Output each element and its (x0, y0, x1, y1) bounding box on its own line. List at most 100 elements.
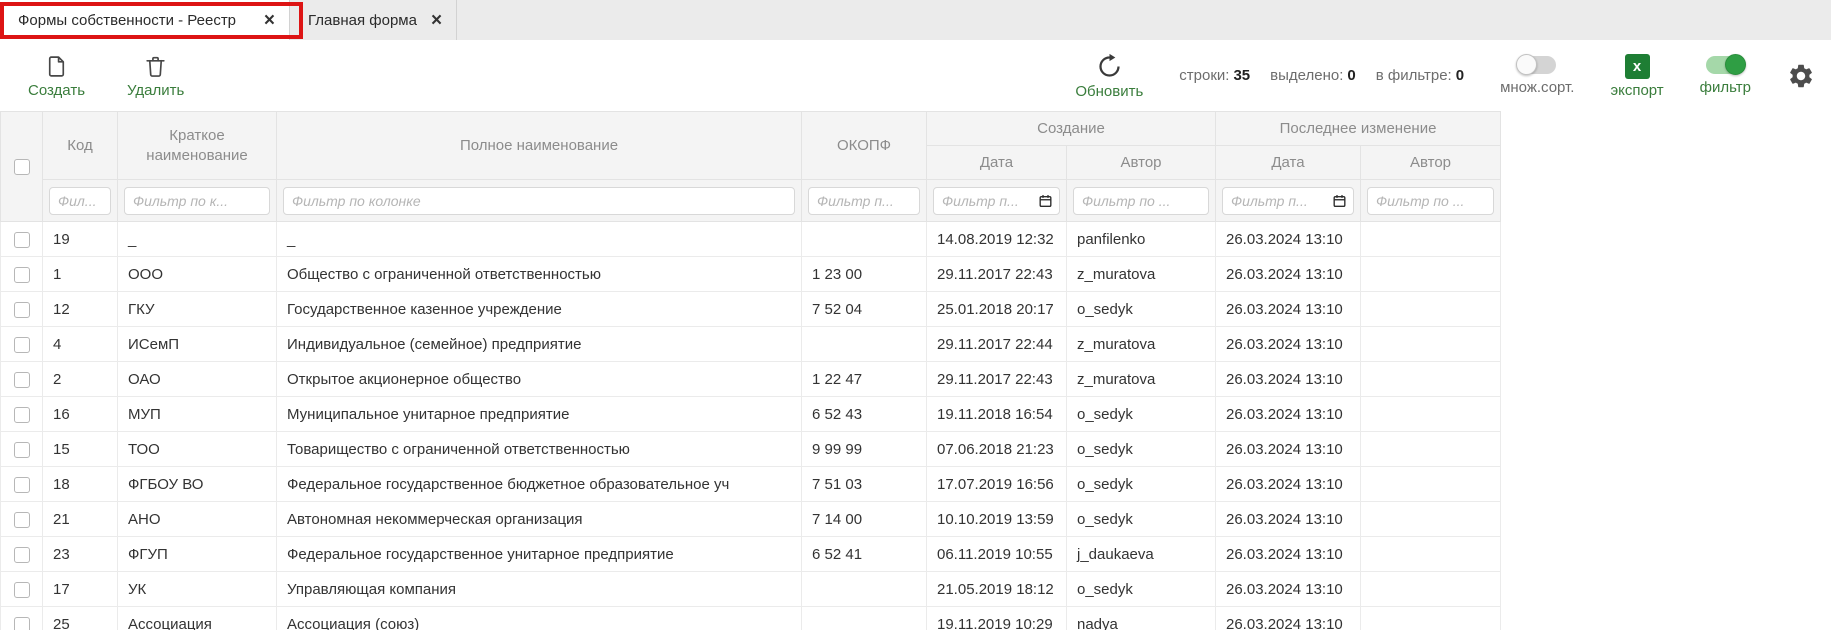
calendar-icon[interactable] (1038, 193, 1053, 208)
cell-short-name: _ (118, 222, 277, 257)
delete-button[interactable]: Удалить (127, 54, 184, 98)
table-row[interactable]: 2 ОАО Открытое акционерное общество 1 22… (1, 362, 1501, 397)
col-header-code[interactable]: Код (43, 112, 118, 180)
tab-close-icon[interactable]: × (264, 11, 275, 30)
multisort-toggle-switch[interactable] (1518, 56, 1556, 74)
cell-full-name: Общество с ограниченной ответственностью (277, 257, 802, 292)
cell-created-author: z_muratova (1067, 362, 1216, 397)
cell-created-date: 06.11.2019 10:55 (927, 537, 1067, 572)
filter-toggle[interactable]: фильтр (1700, 56, 1751, 95)
stat-rows: строки:35 (1179, 67, 1250, 84)
tab-forms-registry[interactable]: Формы собственности - Реестр × (0, 0, 290, 40)
cell-full-name: Государственное казенное учреждение (277, 292, 802, 327)
cell-changed-author (1361, 362, 1501, 397)
cell-full-name: Открытое акционерное общество (277, 362, 802, 397)
row-checkbox[interactable] (14, 442, 30, 458)
cell-created-date: 07.06.2018 21:23 (927, 432, 1067, 467)
select-all-checkbox[interactable] (14, 159, 30, 175)
cell-changed-date: 26.03.2024 13:10 (1216, 572, 1361, 607)
cell-short-name: МУП (118, 397, 277, 432)
col-header-created-author[interactable]: Автор (1067, 146, 1216, 180)
cell-created-author: o_sedyk (1067, 502, 1216, 537)
table-row[interactable]: 16 МУП Муниципальное унитарное предприят… (1, 397, 1501, 432)
col-header-changed-date[interactable]: Дата (1216, 146, 1361, 180)
table-row[interactable]: 15 ТОО Товарищество с ограниченной ответ… (1, 432, 1501, 467)
toolbar: Создать Удалить (0, 40, 1831, 111)
filter-full-name-input[interactable] (283, 187, 795, 215)
row-checkbox[interactable] (14, 582, 30, 598)
excel-export-icon: x (1625, 54, 1650, 79)
col-header-short-name[interactable]: Краткое наименование (118, 112, 277, 180)
col-header-created-date[interactable]: Дата (927, 146, 1067, 180)
filter-code-input[interactable] (49, 187, 111, 215)
row-checkbox[interactable] (14, 372, 30, 388)
toggle-knob (1725, 54, 1746, 75)
new-document-icon (44, 54, 69, 79)
cell-changed-date: 26.03.2024 13:10 (1216, 362, 1361, 397)
row-checkbox[interactable] (14, 407, 30, 423)
row-checkbox[interactable] (14, 547, 30, 563)
row-checkbox[interactable] (14, 512, 30, 528)
cell-code: 2 (43, 362, 118, 397)
export-button[interactable]: x экспорт (1610, 54, 1663, 98)
row-checkbox-cell (1, 362, 43, 397)
row-checkbox[interactable] (14, 477, 30, 493)
filter-short-name-input[interactable] (124, 187, 270, 215)
cell-changed-date: 26.03.2024 13:10 (1216, 292, 1361, 327)
cell-created-date: 29.11.2017 22:43 (927, 362, 1067, 397)
calendar-icon[interactable] (1332, 193, 1347, 208)
cell-created-author: z_muratova (1067, 257, 1216, 292)
tab-close-icon[interactable]: × (431, 11, 442, 30)
row-checkbox-cell (1, 537, 43, 572)
tab-bar: Формы собственности - Реестр × Главная ф… (0, 0, 1831, 40)
cell-created-author: panfilenko (1067, 222, 1216, 257)
trash-icon (143, 54, 168, 79)
col-header-okopf[interactable]: ОКОПФ (802, 112, 927, 180)
cell-changed-author (1361, 257, 1501, 292)
table-row[interactable]: 21 АНО Автономная некоммерческая организ… (1, 502, 1501, 537)
cell-full-name: Ассоциация (союз) (277, 607, 802, 630)
table-row[interactable]: 18 ФГБОУ ВО Федеральное государственное … (1, 467, 1501, 502)
filter-changed-author-input[interactable] (1367, 187, 1494, 215)
row-checkbox[interactable] (14, 302, 30, 318)
multisort-toggle[interactable]: множ.сорт. (1500, 56, 1574, 95)
stat-filtered-value: 0 (1456, 67, 1464, 84)
table-row[interactable]: 1 ООО Общество с ограниченной ответствен… (1, 257, 1501, 292)
stat-rows-value: 35 (1233, 67, 1250, 84)
refresh-icon (1096, 53, 1123, 80)
registry-table: Код Краткое наименование Полное наименов… (0, 111, 1501, 630)
group-header-creation: Создание (927, 112, 1216, 146)
row-checkbox[interactable] (14, 337, 30, 353)
refresh-button[interactable]: Обновить (1075, 53, 1143, 99)
filter-okopf-input[interactable] (808, 187, 920, 215)
cell-created-author: nadya (1067, 607, 1216, 630)
toolbar-right-group: Обновить строки:35 выделено:0 в фильтре:… (1075, 53, 1815, 99)
col-header-full-name[interactable]: Полное наименование (277, 112, 802, 180)
tab-main-form[interactable]: Главная форма × (290, 0, 457, 40)
table-row[interactable]: 12 ГКУ Государственное казенное учрежден… (1, 292, 1501, 327)
settings-button[interactable] (1787, 62, 1815, 90)
filter-toggle-switch[interactable] (1706, 56, 1744, 74)
table-row[interactable]: 17 УК Управляющая компания 21.05.2019 18… (1, 572, 1501, 607)
cell-okopf (802, 572, 927, 607)
table-row[interactable]: 19 _ _ 14.08.2019 12:32 panfilenko 26.03… (1, 222, 1501, 257)
row-checkbox[interactable] (14, 232, 30, 248)
table-row[interactable]: 25 Ассоциация Ассоциация (союз) 19.11.20… (1, 607, 1501, 630)
cell-created-date: 29.11.2017 22:44 (927, 327, 1067, 362)
row-checkbox[interactable] (14, 267, 30, 283)
cell-changed-author (1361, 327, 1501, 362)
table-row[interactable]: 23 ФГУП Федеральное государственное унит… (1, 537, 1501, 572)
app-window: Формы собственности - Реестр × Главная ф… (0, 0, 1831, 630)
cell-full-name: _ (277, 222, 802, 257)
create-button[interactable]: Создать (28, 54, 85, 98)
cell-created-date: 29.11.2017 22:43 (927, 257, 1067, 292)
table-row[interactable]: 4 ИСемП Индивидуальное (семейное) предпр… (1, 327, 1501, 362)
stat-selected-value: 0 (1347, 67, 1355, 84)
refresh-button-label: Обновить (1075, 84, 1143, 99)
cell-full-name: Товарищество с ограниченной ответственно… (277, 432, 802, 467)
col-header-changed-author[interactable]: Автор (1361, 146, 1501, 180)
filter-created-author-input[interactable] (1073, 187, 1209, 215)
row-stats: строки:35 выделено:0 в фильтре:0 (1179, 67, 1464, 84)
cell-created-author: o_sedyk (1067, 432, 1216, 467)
row-checkbox[interactable] (14, 617, 30, 630)
